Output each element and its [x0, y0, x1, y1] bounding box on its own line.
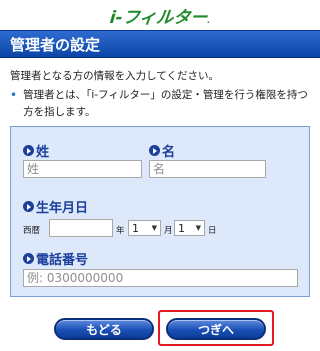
caret-down-icon: ▼ [151, 224, 157, 232]
arrow-circle-icon [23, 253, 34, 264]
arrow-circle-icon [23, 145, 34, 156]
phone-label: 電話番号 [23, 249, 88, 268]
birthday-label: 生年月日 [23, 197, 88, 216]
arrow-circle-icon [23, 201, 34, 212]
intro-note-text: 管理者とは、「i-フィルター」の設定・管理を行う権限を持つ方を指します。 [23, 89, 308, 118]
back-button-label: もどる [86, 322, 122, 337]
birthday-label-text: 生年月日 [36, 201, 89, 216]
last-name-input[interactable] [23, 160, 142, 178]
caret-down-icon: ▼ [195, 224, 201, 232]
first-name-label-text: 名 [162, 145, 176, 160]
form-panel: 姓 名 生年月日 西暦 年 1 ▼ 月 1 ▼ 日 電話番号 [10, 126, 310, 297]
next-button-label: つぎへ [197, 322, 234, 337]
birth-month-value: 1 [132, 221, 139, 235]
title-bar: 管理者の設定 [0, 30, 320, 58]
era-label: 西暦 [23, 226, 41, 236]
back-button[interactable]: もどる [54, 318, 154, 340]
arrow-circle-icon [149, 145, 160, 156]
intro-text: 管理者となる方の情報を入力してください。 • 管理者とは、「i-フィルター」の設… [10, 68, 310, 121]
birth-month-select[interactable]: 1 ▼ [128, 220, 161, 236]
next-button[interactable]: つぎへ [166, 318, 266, 340]
birth-year-input[interactable] [49, 219, 113, 237]
day-suffix: 日 [208, 226, 217, 236]
page: i-フィルター. 管理者の設定 管理者となる方の情報を入力してください。 • 管… [0, 0, 320, 351]
intro-line: 管理者となる方の情報を入力してください。 [10, 70, 220, 82]
year-suffix: 年 [116, 226, 125, 236]
page-title: 管理者の設定 [10, 35, 101, 54]
last-name-label: 姓 [23, 141, 49, 160]
last-name-label-text: 姓 [36, 145, 50, 160]
phone-label-text: 電話番号 [36, 253, 89, 268]
birth-day-value: 1 [178, 221, 185, 235]
first-name-label: 名 [149, 141, 175, 160]
intro-note: • 管理者とは、「i-フィルター」の設定・管理を行う権限を持つ方を指します。 [10, 87, 310, 121]
logo: i-フィルター. [108, 7, 211, 28]
birth-day-select[interactable]: 1 ▼ [174, 220, 205, 236]
month-suffix: 月 [164, 226, 173, 236]
bullet-icon: • [10, 88, 18, 102]
first-name-input[interactable] [149, 160, 266, 178]
phone-input[interactable] [23, 269, 298, 287]
logo-bar: i-フィルター. [0, 0, 320, 30]
